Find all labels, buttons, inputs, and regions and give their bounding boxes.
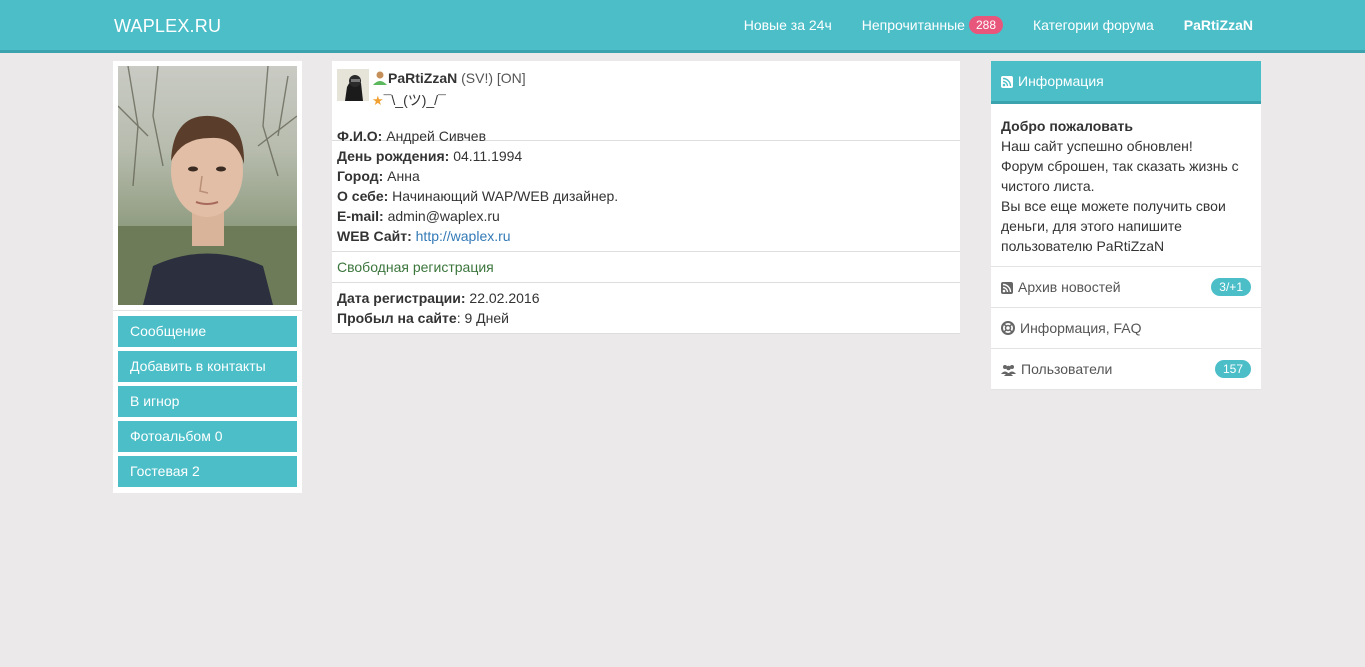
about-line: О себе: Начинающий WAP/WEB дизайнер. — [337, 186, 955, 206]
email-value: admin@waplex.ru — [387, 208, 500, 224]
news-archive-label: Архив новостей — [1018, 279, 1121, 295]
web-link[interactable]: http://waplex.ru — [416, 228, 511, 244]
rss-icon — [1001, 281, 1013, 294]
guestbook-button[interactable]: Гостевая 2 — [118, 456, 297, 487]
faq-label-wrap: Информация, FAQ — [1001, 320, 1142, 336]
message-button[interactable]: Сообщение — [118, 316, 297, 347]
top-navbar: WAPLEX.RU Новые за 24ч Непрочитанные 288… — [0, 0, 1365, 53]
brand-logo[interactable]: WAPLEX.RU — [114, 16, 221, 37]
city-value: Анна — [387, 168, 420, 184]
message-button-label: Сообщение — [130, 323, 207, 339]
info-panel-title: Информация — [1018, 73, 1104, 89]
profile-sidebar: Сообщение Добавить в контакты В игнор Фо… — [113, 61, 302, 493]
rss-icon — [1001, 75, 1013, 88]
welcome-title: Добро пожаловать — [1001, 118, 1133, 134]
web-label: WEB Сайт: — [337, 228, 412, 244]
birthday-line: День рождения: 04.11.1994 — [337, 146, 955, 166]
fio-value: Андрей Сивчев — [386, 128, 487, 144]
regdate-line: Дата регистрации: 22.02.2016 — [337, 288, 955, 308]
online-user-icon — [372, 70, 388, 90]
user-mini-avatar — [337, 69, 369, 101]
guestbook-button-label: Гостевая 2 — [130, 463, 200, 479]
nav-new-24h-label: Новые за 24ч — [743, 17, 832, 33]
city-label: Город: — [337, 168, 384, 184]
profile-details: День рождения: 04.11.1994 Город: Анна О … — [332, 141, 960, 252]
info-panel: Информация Добро пожаловать Наш сайт усп… — [991, 61, 1261, 390]
about-label: О себе: — [337, 188, 389, 204]
registration-type: Свободная регистрация — [332, 252, 960, 283]
info-panel-header: Информация — [991, 61, 1261, 104]
users-icon — [1001, 363, 1016, 376]
news-archive-badge: 3/+1 — [1211, 278, 1251, 296]
nav-user-label: PaRtiZzaN — [1183, 17, 1253, 33]
add-contact-button[interactable]: Добавить в контакты — [118, 351, 297, 382]
users-label-wrap: Пользователи — [1001, 361, 1112, 377]
regdate-value: 22.02.2016 — [469, 290, 540, 306]
top-nav: Новые за 24ч Непрочитанные 288 Категории… — [714, 0, 1253, 50]
profile-panel: PaRtiZzaN (SV!) [ON] ★¯\_(ツ)_/¯ Ф.И.О: А… — [332, 61, 960, 334]
profile-photo — [118, 66, 297, 305]
photo-album-button[interactable]: Фотоальбом 0 — [118, 421, 297, 452]
ignore-button[interactable]: В игнор — [118, 386, 297, 417]
city-line: Город: Анна — [337, 166, 955, 186]
news-archive-link[interactable]: Архив новостей 3/+1 — [991, 267, 1261, 308]
regdate-label: Дата регистрации: — [337, 290, 466, 306]
stay-value: : 9 Дней — [456, 310, 509, 326]
nav-user[interactable]: PaRtiZzaN — [1184, 17, 1253, 33]
faq-label: Информация, FAQ — [1020, 320, 1142, 336]
star-icon: ★ — [372, 93, 384, 108]
lifebuoy-icon — [1001, 321, 1015, 335]
fio-label: Ф.И.О: — [337, 128, 383, 144]
user-tags: (SV!) [ON] — [461, 70, 526, 86]
about-value: Начинающий WAP/WEB дизайнер. — [392, 188, 619, 204]
users-count-badge: 157 — [1214, 360, 1251, 378]
email-line: E-mail: admin@waplex.ru — [337, 206, 955, 226]
user-nick[interactable]: PaRtiZzaN — [388, 70, 457, 86]
profile-photo-image — [118, 66, 297, 305]
stay-label: Пробыл на сайте — [337, 310, 457, 326]
info-line: Вы все еще можете получить свои — [1001, 198, 1226, 214]
user-info: PaRtiZzaN (SV!) [ON] ★¯\_(ツ)_/¯ — [372, 68, 526, 111]
add-contact-button-label: Добавить в контакты — [130, 358, 266, 374]
faq-link[interactable]: Информация, FAQ — [991, 308, 1261, 349]
nav-new-24h[interactable]: Новые за 24ч — [744, 17, 832, 33]
users-link[interactable]: Пользователи 157 — [991, 349, 1261, 390]
info-line: Наш сайт успешно обновлен! — [1001, 138, 1193, 154]
divider — [113, 310, 302, 311]
ignore-button-label: В игнор — [130, 393, 180, 409]
web-line: WEB Сайт: http://waplex.ru — [337, 226, 955, 246]
fio-line: Ф.И.О: Андрей Сивчев — [337, 126, 486, 146]
users-label: Пользователи — [1021, 361, 1113, 377]
info-line: деньги, для этого напишите — [1001, 218, 1182, 234]
nav-forum-categories-label: Категории форума — [1033, 17, 1154, 33]
info-panel-body: Добро пожаловать Наш сайт успешно обновл… — [991, 104, 1261, 267]
email-label: E-mail: — [337, 208, 384, 224]
photo-album-button-label: Фотоальбом 0 — [130, 428, 223, 444]
nav-forum-categories[interactable]: Категории форума — [1033, 17, 1154, 33]
registration-info: Дата регистрации: 22.02.2016 Пробыл на с… — [332, 283, 960, 334]
unread-count-badge: 288 — [968, 16, 1003, 34]
birthday-value: 04.11.1994 — [453, 148, 523, 164]
user-mini-avatar-image — [337, 69, 369, 101]
stay-line: Пробыл на сайте: 9 Дней — [337, 308, 955, 328]
news-archive-label-wrap: Архив новостей — [1001, 279, 1121, 295]
nav-unread[interactable]: Непрочитанные 288 — [862, 16, 1003, 34]
info-line: Форум сброшен, так сказать жизнь с — [1001, 158, 1239, 174]
info-line: чистого листа. — [1001, 178, 1095, 194]
nav-unread-label: Непрочитанные — [861, 17, 965, 33]
user-status: ¯\_(ツ)_/¯ — [383, 92, 446, 108]
birthday-label: День рождения: — [337, 148, 450, 164]
user-nick-line: PaRtiZzaN (SV!) [ON] — [372, 68, 526, 90]
info-line: пользователю PaRtiZzaN — [1001, 238, 1165, 254]
user-status-line: ★¯\_(ツ)_/¯ — [372, 90, 526, 111]
profile-header: PaRtiZzaN (SV!) [ON] ★¯\_(ツ)_/¯ Ф.И.О: А… — [332, 61, 960, 144]
